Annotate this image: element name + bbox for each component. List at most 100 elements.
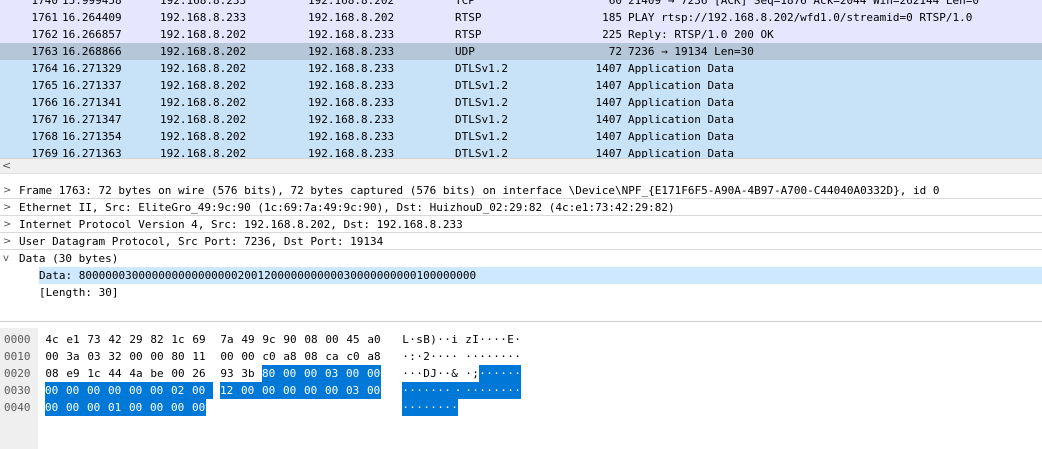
hex-byte[interactable]: 00: [45, 348, 59, 365]
hex-byte[interactable]: 12: [220, 382, 241, 399]
hex-byte[interactable]: 00: [220, 348, 234, 365]
ascii-char[interactable]: ·: [430, 399, 437, 416]
ascii-char[interactable]: ·: [500, 348, 507, 365]
ascii-char[interactable]: B: [423, 331, 430, 348]
ascii-char[interactable]: ·: [493, 382, 500, 399]
hex-byte[interactable]: 00: [171, 365, 185, 382]
ascii-char[interactable]: ·: [479, 331, 486, 348]
hex-byte[interactable]: 82: [150, 331, 164, 348]
hex-byte[interactable]: 00: [367, 382, 381, 399]
hex-byte[interactable]: a0: [367, 331, 381, 348]
packet-bytes[interactable]: 0000 4c e1 73 42 29 82 1c 69 7a 49 9c 90 08 00 45 a0 L · s B…: [0, 328, 1042, 449]
pane-divider[interactable]: [0, 321, 1042, 328]
hex-byte[interactable]: 42: [108, 331, 122, 348]
detail-row-selected[interactable]: Data: 8000000300000000000000002001200000…: [0, 267, 1042, 284]
hex-byte[interactable]: 80: [262, 365, 283, 382]
hex-byte[interactable]: 4a: [129, 365, 143, 382]
ascii-char[interactable]: ·: [465, 382, 472, 399]
hex-byte[interactable]: 08: [304, 331, 318, 348]
hex-byte[interactable]: 29: [129, 331, 143, 348]
hex-byte[interactable]: 00: [262, 382, 283, 399]
hex-byte[interactable]: 00: [241, 348, 255, 365]
ascii-char[interactable]: ·: [479, 348, 486, 365]
ascii-char[interactable]: ·: [423, 399, 430, 416]
hex-byte[interactable]: 32: [108, 348, 122, 365]
hex-byte[interactable]: 00: [108, 382, 129, 399]
ascii-char[interactable]: ·: [416, 348, 423, 365]
ascii-char[interactable]: ·: [486, 348, 493, 365]
hex-byte[interactable]: a8: [283, 348, 297, 365]
hex-byte[interactable]: 1c: [171, 331, 185, 348]
ascii-char[interactable]: ·: [507, 365, 514, 382]
hex-byte[interactable]: e9: [66, 365, 80, 382]
hex-byte[interactable]: 3a: [66, 348, 80, 365]
ascii-char[interactable]: z: [465, 331, 472, 348]
packet-list[interactable]: 1740 15.999458 192.168.8.233 192.168.8.202 T…: [0, 0, 1042, 158]
ascii-char[interactable]: ·: [514, 365, 521, 382]
hex-byte[interactable]: 00: [325, 382, 346, 399]
hex-byte[interactable]: 00: [66, 399, 87, 416]
ascii-char[interactable]: ·: [451, 382, 465, 399]
ascii-char[interactable]: ·: [486, 382, 493, 399]
collapsed-arrow-icon[interactable]: >: [3, 182, 15, 199]
hex-byte[interactable]: 00: [150, 382, 171, 399]
ascii-char[interactable]: ·: [444, 348, 451, 365]
ascii-char[interactable]: ·: [416, 382, 423, 399]
hex-byte[interactable]: 80: [171, 348, 185, 365]
hex-byte[interactable]: 00: [150, 399, 171, 416]
hex-byte[interactable]: e1: [66, 331, 80, 348]
hex-byte[interactable]: 1c: [87, 365, 101, 382]
ascii-char[interactable]: ;: [472, 365, 479, 382]
ascii-char[interactable]: ·: [500, 365, 507, 382]
ascii-char[interactable]: &: [451, 365, 458, 382]
hex-byte[interactable]: c0: [346, 348, 360, 365]
ascii-char[interactable]: ·: [493, 331, 500, 348]
hex-byte[interactable]: 00: [346, 365, 367, 382]
hex-byte[interactable]: 45: [346, 331, 360, 348]
hex-byte[interactable]: 00: [150, 348, 164, 365]
ascii-char[interactable]: ·: [402, 365, 409, 382]
ascii-char[interactable]: ·: [514, 331, 521, 348]
hex-byte[interactable]: 26: [192, 365, 206, 382]
hex-byte[interactable]: 00: [304, 382, 325, 399]
ascii-char[interactable]: ·: [486, 331, 493, 348]
hex-byte[interactable]: 7a: [220, 331, 234, 348]
ascii-char[interactable]: ·: [493, 365, 500, 382]
hex-byte[interactable]: 08: [304, 348, 318, 365]
ascii-char[interactable]: ·: [514, 382, 521, 399]
hex-byte[interactable]: 00: [87, 382, 108, 399]
hex-byte[interactable]: a8: [367, 348, 381, 365]
hex-byte[interactable]: 69: [192, 331, 206, 348]
hex-byte[interactable]: 3b: [241, 365, 255, 382]
ascii-char[interactable]: ): [430, 331, 437, 348]
detail-row[interactable]: [Length: 30]: [0, 284, 1042, 301]
ascii-char[interactable]: ·: [430, 382, 437, 399]
ascii-char[interactable]: ·: [402, 382, 409, 399]
scroll-left-arrow-icon[interactable]: <: [2, 159, 11, 173]
hex-byte[interactable]: 00: [66, 382, 87, 399]
hex-byte[interactable]: 01: [108, 399, 129, 416]
ascii-char[interactable]: ·: [500, 331, 507, 348]
ascii-char[interactable]: ·: [402, 348, 409, 365]
detail-row[interactable]: v Data (30 bytes): [0, 250, 1042, 267]
ascii-char[interactable]: 2: [423, 348, 430, 365]
ascii-char[interactable]: ·: [472, 382, 479, 399]
ascii-char[interactable]: E: [507, 331, 514, 348]
hex-byte[interactable]: 00: [283, 365, 304, 382]
hex-byte[interactable]: 00: [283, 382, 304, 399]
ascii-char[interactable]: ·: [402, 399, 409, 416]
hex-byte[interactable]: 02: [171, 382, 192, 399]
hex-byte[interactable]: 00: [129, 382, 150, 399]
hex-byte[interactable]: 00: [45, 399, 66, 416]
ascii-char[interactable]: ·: [437, 399, 444, 416]
ascii-char[interactable]: ·: [437, 365, 444, 382]
hex-byte[interactable]: 00: [304, 365, 325, 382]
packet-row[interactable]: 1767 16.271347 192.168.8.202 192.168.8.233 D…: [0, 111, 1042, 128]
ascii-char[interactable]: i: [451, 331, 458, 348]
hex-byte[interactable]: 11: [192, 348, 206, 365]
packet-row[interactable]: 1761 16.264409 192.168.8.233 192.168.8.202 R…: [0, 9, 1042, 26]
hex-byte[interactable]: 03: [325, 365, 346, 382]
ascii-char[interactable]: ·: [430, 348, 437, 365]
packet-details[interactable]: > Frame 1763: 72 bytes on wire (576 bits)…: [0, 181, 1042, 321]
ascii-char[interactable]: ·: [416, 399, 423, 416]
